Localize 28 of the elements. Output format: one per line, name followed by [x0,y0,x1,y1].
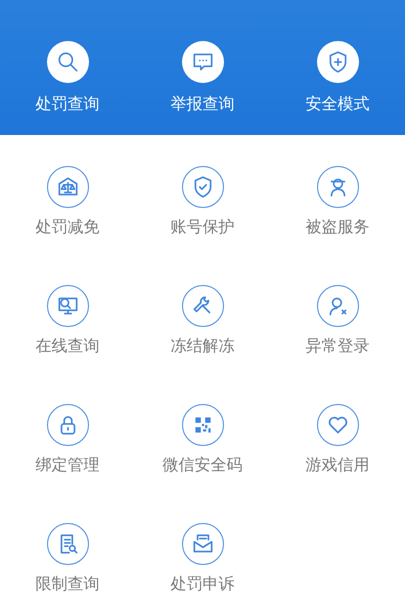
action-label: 举报查询 [170,95,234,113]
service-button[interactable] [316,404,358,446]
service-label: 异常登录 [306,337,370,355]
action-button[interactable] [316,41,358,83]
service-label: 处罚减免 [36,218,100,236]
service-label: 绑定管理 [36,456,100,474]
service-button[interactable] [46,166,88,208]
service-button[interactable] [46,523,88,565]
service-button[interactable] [46,404,88,446]
action-button[interactable] [46,41,88,83]
service-button[interactable] [316,285,358,327]
service-label: 在线查询 [36,337,100,355]
service-button[interactable] [182,404,224,446]
service-label: 被盗服务 [306,218,370,236]
service-label: 处罚申诉 [170,575,234,593]
service-label: 游戏信用 [306,456,370,474]
service-label: 微信安全码 [162,456,242,474]
action-button[interactable] [182,41,224,83]
service-button[interactable] [182,523,224,565]
service-button[interactable] [182,285,224,327]
service-button[interactable] [46,285,88,327]
service-label: 账号保护 [170,218,234,236]
service-button[interactable] [182,166,224,208]
service-label: 冻结解冻 [170,337,234,355]
service-label: 限制查询 [36,575,100,593]
service-button[interactable] [316,166,358,208]
action-label: 安全模式 [306,95,370,113]
action-label: 处罚查询 [36,95,100,113]
